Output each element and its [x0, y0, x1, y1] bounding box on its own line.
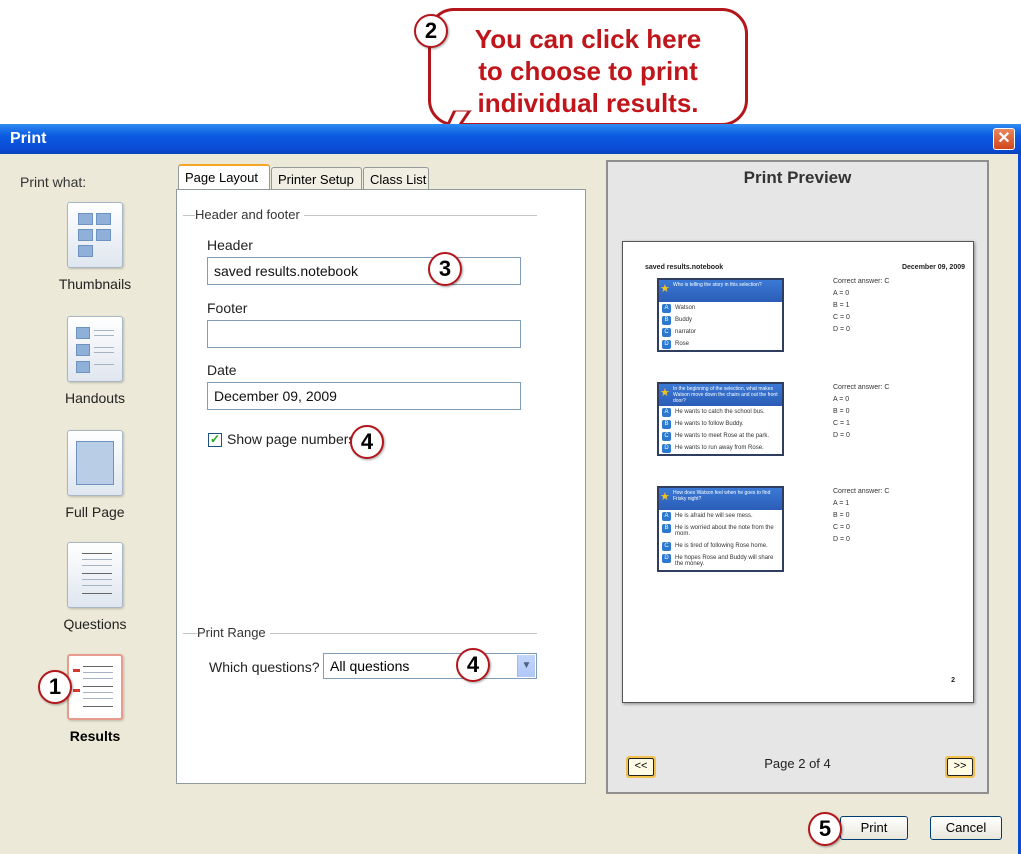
print-dialog: Print ✕ Print what: Thumbnails Handouts [0, 124, 1021, 854]
tab-class-list[interactable]: Class List [363, 167, 429, 191]
star-icon: ★ [660, 283, 670, 295]
count: D = 0 [833, 536, 850, 543]
marker-2: 2 [414, 14, 448, 48]
callout-line-1: You can click here [474, 24, 702, 54]
show-page-numbers-checkbox[interactable]: ✓ [208, 433, 222, 447]
correct-answer: Correct answer: C [833, 488, 890, 495]
star-icon: ★ [660, 387, 670, 399]
callout-bubble: You can click here to choose to print in… [428, 8, 748, 126]
marker-5: 5 [808, 812, 842, 846]
handouts-icon [67, 316, 123, 382]
answer-option: He is afraid he will see mess. [675, 513, 753, 519]
cancel-button[interactable]: Cancel [930, 816, 1002, 840]
which-questions-label: Which questions? [209, 659, 320, 675]
preview-page-header: saved results.notebook [645, 264, 724, 271]
marker-4-select: 4 [456, 648, 490, 682]
option-full-page[interactable]: Full Page [55, 430, 135, 520]
preview-answer-summary: Correct answer: C A = 0 B = 0 C = 1 D = … [833, 382, 889, 442]
answer-option: He wants to meet Rose at the park. [675, 433, 770, 439]
count: C = 1 [833, 420, 850, 427]
preview-page: saved results.notebook December 09, 2009… [622, 241, 974, 703]
option-handouts[interactable]: Handouts [55, 316, 135, 406]
option-thumbnails[interactable]: Thumbnails [55, 202, 135, 292]
count: C = 0 [833, 314, 850, 321]
answer-option: He is tired of following Rose home. [675, 543, 768, 549]
answer-option: Rose [675, 341, 690, 347]
preview-answer-summary: Correct answer: C A = 1 B = 0 C = 0 D = … [833, 486, 889, 546]
show-page-numbers-label: Show page numbers [227, 431, 356, 447]
correct-answer: Correct answer: C [833, 384, 890, 391]
print-preview-panel: Print Preview saved results.notebook Dec… [606, 160, 989, 794]
date-field[interactable]: December 09, 2009 [207, 382, 521, 410]
header-footer-group-label: Header and footer [195, 207, 304, 222]
answer-option: He wants to catch the school bus. [675, 409, 765, 415]
which-questions-value: All questions [330, 658, 410, 674]
answer-option: He wants to follow Buddy. [675, 421, 744, 427]
print-what-label: Print what: [20, 174, 87, 190]
count: A = 0 [833, 396, 850, 403]
page-layout-panel: Header and footer Header saved results.n… [176, 189, 586, 784]
star-icon: ★ [660, 491, 670, 503]
option-label: Results [69, 728, 121, 744]
count: A = 1 [833, 500, 850, 507]
chevron-down-icon[interactable]: ▼ [517, 655, 535, 677]
marker-4-checkbox: 4 [350, 425, 384, 459]
marker-1: 1 [38, 670, 72, 704]
count: B = 0 [833, 512, 850, 519]
answer-option: Watson [675, 305, 696, 311]
close-button[interactable]: ✕ [993, 128, 1015, 150]
print-button[interactable]: Print [840, 816, 908, 840]
footer-label: Footer [207, 300, 248, 316]
title-bar: Print ✕ [0, 124, 1021, 154]
count: B = 1 [833, 302, 850, 309]
callout-text: You can click here to choose to print in… [431, 23, 745, 119]
preview-page-number: 2 [951, 677, 955, 684]
date-label: Date [207, 362, 237, 378]
preview-answer-summary: Correct answer: C A = 0 B = 1 C = 0 D = … [833, 276, 889, 336]
which-questions-select[interactable]: All questions ▼ [323, 653, 537, 679]
thumbnails-icon [67, 202, 123, 268]
option-questions[interactable]: Questions [55, 542, 135, 632]
question-text: How does Watson feel when he goes to fin… [673, 490, 771, 502]
count: C = 0 [833, 524, 850, 531]
count: A = 0 [833, 290, 850, 297]
answer-option: Buddy [675, 317, 693, 323]
tab-page-layout[interactable]: Page Layout [178, 164, 270, 192]
footer-field[interactable] [207, 320, 521, 348]
callout-line-2: to choose to print [478, 56, 698, 86]
preview-question-card: ★ How does Watson feel when he goes to fi… [657, 486, 784, 572]
answer-option: He hopes Rose and Buddy will share the m… [675, 555, 774, 567]
page-indicator: Page 2 of 4 [764, 756, 831, 771]
option-label: Questions [63, 616, 127, 632]
correct-answer: Correct answer: C [833, 278, 890, 285]
next-page-button[interactable]: >> [945, 756, 975, 778]
print-preview-title: Print Preview [743, 168, 852, 187]
preview-page-date: December 09, 2009 [901, 264, 965, 271]
questions-icon [67, 542, 123, 608]
question-text: Who is telling the story in this selecti… [673, 282, 762, 288]
marker-3: 3 [428, 252, 462, 286]
window-title: Print [10, 130, 47, 147]
preview-question-card: ★ Who is telling the story in this select… [657, 278, 784, 352]
callout-line-3: individual results. [477, 88, 699, 118]
count: D = 0 [833, 432, 850, 439]
answer-option: He wants to run away from Rose. [675, 445, 764, 451]
tab-printer-setup[interactable]: Printer Setup [271, 167, 362, 191]
option-label: Full Page [65, 504, 125, 520]
header-field[interactable]: saved results.notebook [207, 257, 521, 285]
results-icon [67, 654, 123, 720]
full-page-icon [67, 430, 123, 496]
question-text: In the beginning of the selection, what … [673, 386, 778, 404]
header-label: Header [207, 237, 253, 253]
option-label: Handouts [65, 390, 125, 406]
answer-option: narrator [675, 329, 697, 335]
count: D = 0 [833, 326, 850, 333]
option-label: Thumbnails [58, 276, 132, 292]
answer-option: He is worried about the note from the mo… [675, 525, 774, 537]
print-range-group-label: Print Range [197, 625, 270, 640]
count: B = 0 [833, 408, 850, 415]
preview-question-card: ★ In the beginning of the selection, what… [657, 382, 784, 456]
